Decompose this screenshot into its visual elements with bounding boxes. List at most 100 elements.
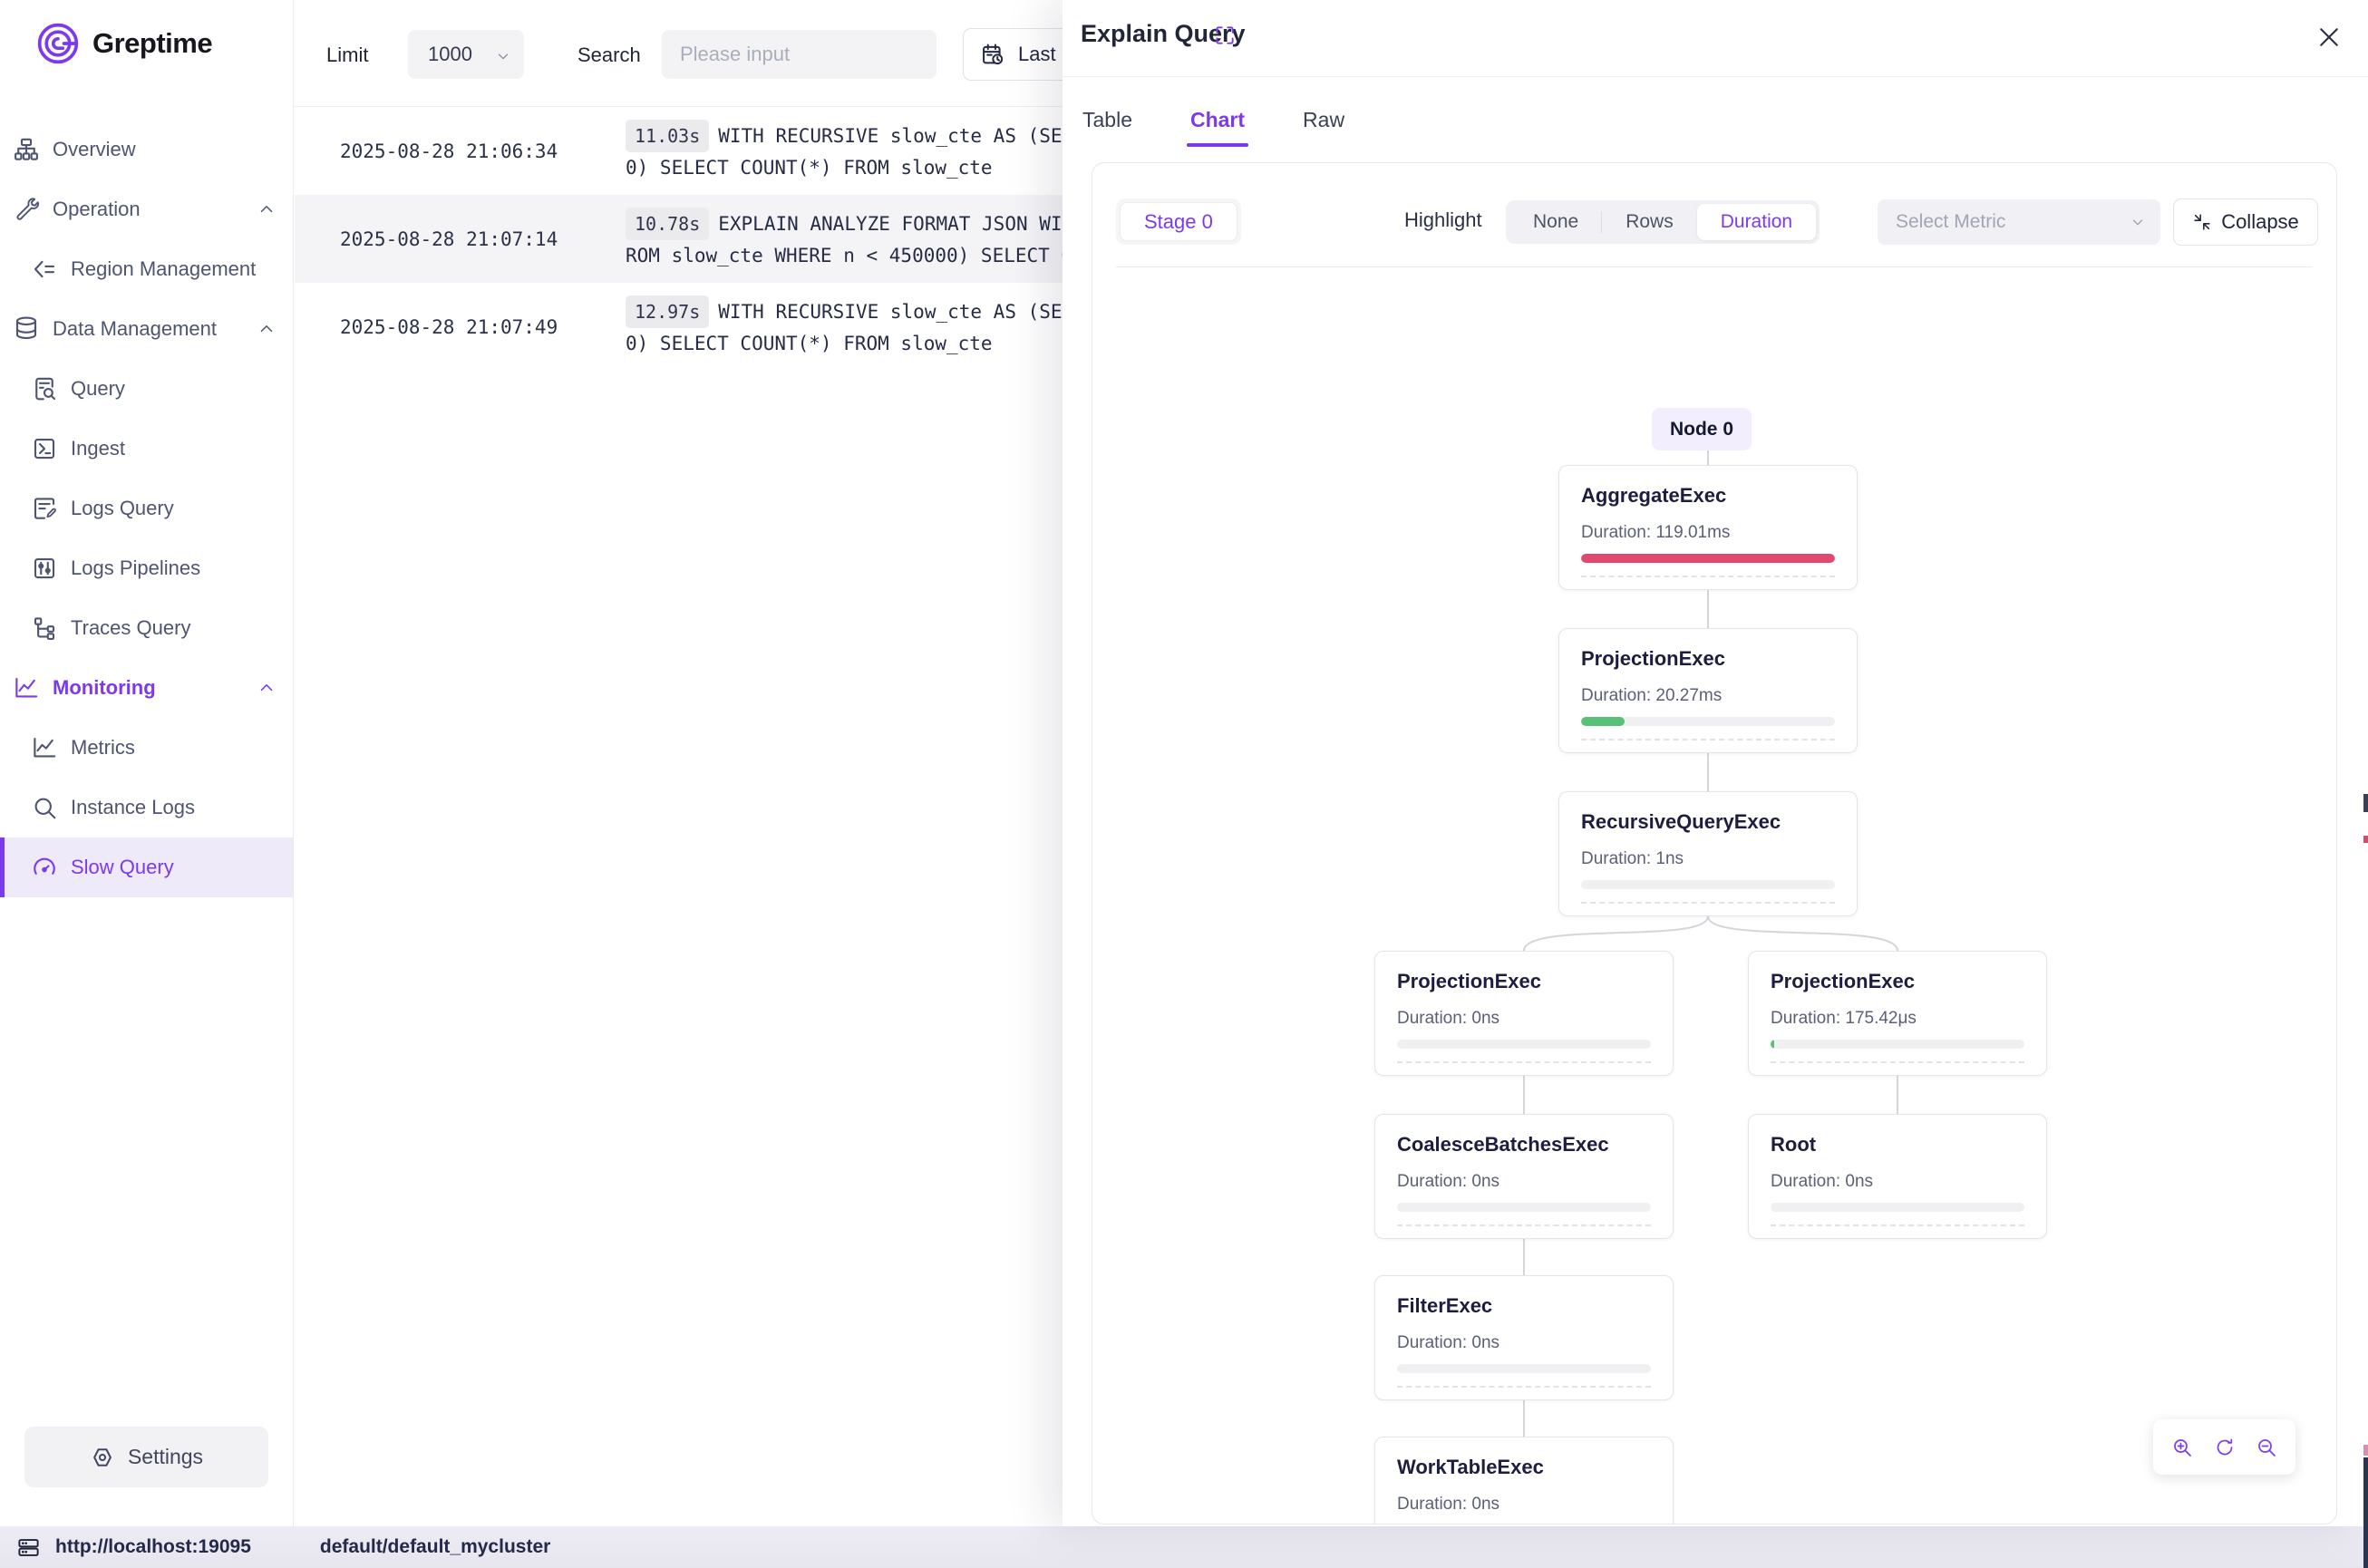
sidebar-section-data-management[interactable]: Data Management: [0, 299, 293, 359]
node-0-badge: Node 0: [1652, 408, 1752, 450]
node-title: Root: [1771, 1133, 2024, 1157]
sidebar-item-label: Region Management: [71, 257, 256, 281]
status-bar: http://localhost:19095 default/default_m…: [0, 1526, 2368, 1568]
plan-node-aggregate-exec[interactable]: AggregateExec Duration: 119.01ms: [1558, 465, 1858, 590]
node-duration: Duration: 0ns: [1771, 1172, 2024, 1192]
sidebar-item-label: Operation: [53, 198, 141, 221]
server-icon: [16, 1535, 41, 1560]
sidebar-item-slow-query[interactable]: Slow Query: [0, 837, 293, 897]
plan-node-root[interactable]: Root Duration: 0ns: [1748, 1114, 2047, 1239]
duration-bar: [1581, 880, 1835, 889]
close-icon[interactable]: [2315, 24, 2343, 51]
chevron-up-icon: [257, 199, 277, 219]
sidebar-item-instance-logs[interactable]: Instance Logs: [0, 778, 293, 837]
reset-view-icon[interactable]: [2214, 1437, 2236, 1458]
divider: [1397, 1061, 1651, 1063]
endpoint-url[interactable]: http://localhost:19095: [55, 1536, 251, 1558]
plan-node-work-table-exec[interactable]: WorkTableExec Duration: 0ns: [1374, 1437, 1674, 1524]
chevron-up-icon: [257, 319, 277, 339]
sidebar-item-label: Instance Logs: [71, 796, 195, 819]
calendar-clock-icon: [980, 42, 1005, 67]
sidebar-item-label: Overview: [53, 138, 136, 161]
node-title: RecursiveQueryExec: [1581, 810, 1835, 834]
plan-node-projection-exec-right[interactable]: ProjectionExec Duration: 175.42μs: [1748, 951, 2047, 1076]
sidebar-item-region-management[interactable]: Region Management: [0, 239, 293, 299]
node-title: ProjectionExec: [1397, 970, 1651, 993]
plan-chart-card: Stage 0 Highlight None Rows Duration Sel…: [1092, 162, 2337, 1524]
explain-query-panel: Explain Query Table Chart Raw Stage 0 Hi…: [1063, 0, 2368, 1526]
query-text-line2: ROM slow_cte WHERE n < 450000) SELECT CO: [626, 245, 1084, 266]
plan-node-projection-exec-left[interactable]: ProjectionExec Duration: 0ns: [1374, 951, 1674, 1076]
search-label: Search: [577, 44, 641, 67]
sidebar-item-traces-query[interactable]: Traces Query: [0, 598, 293, 658]
query-text-line1: WITH RECURSIVE slow_cte AS (SELE: [718, 125, 1085, 147]
node-duration: Duration: 0ns: [1397, 1495, 1651, 1515]
chevron-up-icon: [257, 678, 277, 698]
logo-text: Greptime: [92, 27, 212, 60]
sidebar-item-label: Traces Query: [71, 616, 190, 640]
limit-label: Limit: [326, 44, 368, 67]
sidebar-nav: Overview Operation Region Management Dat…: [0, 120, 293, 897]
node-duration: Duration: 0ns: [1397, 1172, 1651, 1192]
chevron-down-icon: [495, 46, 511, 63]
row-timestamp: 2025-08-28 21:06:34: [340, 140, 565, 162]
sidebar-item-metrics[interactable]: Metrics: [0, 718, 293, 778]
sidebar-item-label: Data Management: [53, 317, 217, 341]
monitoring-icon: [13, 674, 40, 702]
query-text-line2: 0) SELECT COUNT(*) FROM slow_cte: [626, 333, 993, 354]
sidebar-item-logs-pipelines[interactable]: Logs Pipelines: [0, 538, 293, 598]
ingest-icon: [31, 435, 58, 462]
plan-node-recursive-query-exec[interactable]: RecursiveQueryExec Duration: 1ns: [1558, 791, 1858, 916]
gear-icon: [90, 1445, 115, 1470]
row-timestamp: 2025-08-28 21:07:14: [340, 228, 565, 250]
sidebar-item-logs-query[interactable]: Logs Query: [0, 479, 293, 538]
limit-select[interactable]: 1000: [408, 30, 524, 79]
zoom-out-icon[interactable]: [2256, 1437, 2277, 1458]
node-duration: Duration: 0ns: [1397, 1009, 1651, 1029]
database-cluster[interactable]: default/default_mycluster: [320, 1536, 550, 1558]
sidebar-section-monitoring[interactable]: Monitoring: [0, 658, 293, 718]
plan-tree-canvas[interactable]: Node 0 AggregateExec Duration: 119.01ms …: [1092, 267, 2336, 1524]
plan-node-projection-exec[interactable]: ProjectionExec Duration: 20.27ms: [1558, 628, 1858, 753]
duration-bar: [1581, 554, 1835, 563]
duration-badge: 12.97s: [626, 295, 709, 328]
panel-tabs: Table Chart Raw: [1063, 77, 2368, 162]
node-title: AggregateExec: [1581, 484, 1835, 508]
database-icon: [13, 315, 40, 343]
plan-node-filter-exec[interactable]: FilterExec Duration: 0ns: [1374, 1275, 1674, 1400]
row-timestamp: 2025-08-28 21:07:49: [340, 316, 565, 338]
tab-table[interactable]: Table: [1081, 102, 1134, 138]
overview-icon: [13, 136, 40, 163]
duration-bar: [1397, 1040, 1651, 1049]
settings-button[interactable]: Settings: [24, 1427, 268, 1487]
minimap-mark: [2363, 836, 2368, 843]
sidebar-item-ingest[interactable]: Ingest: [0, 419, 293, 479]
tab-chart[interactable]: Chart: [1189, 102, 1247, 138]
zoom-in-icon[interactable]: [2171, 1437, 2193, 1458]
sidebar-item-label: Slow Query: [71, 856, 174, 879]
tab-raw[interactable]: Raw: [1301, 102, 1346, 138]
node-title: ProjectionExec: [1581, 647, 1835, 671]
sidebar-item-label: Logs Query: [71, 497, 174, 520]
search-icon: [31, 794, 58, 821]
sidebar-item-query[interactable]: Query: [0, 359, 293, 419]
sidebar-item-overview[interactable]: Overview: [0, 120, 293, 179]
row-query: 11.03sWITH RECURSIVE slow_cte AS (SELE0)…: [626, 120, 1085, 183]
duration-bar: [1771, 1203, 2024, 1212]
node-title: ProjectionExec: [1771, 970, 2024, 993]
right-edge-minimap: [2363, 0, 2368, 1568]
search-input[interactable]: [662, 30, 937, 79]
sidebar-item-label: Monitoring: [53, 676, 156, 700]
plan-node-coalesce-batches-exec[interactable]: CoalesceBatchesExec Duration: 0ns: [1374, 1114, 1674, 1239]
sidebar: Greptime Overview Operation Region Manag…: [0, 0, 294, 1526]
duration-badge: 11.03s: [626, 120, 709, 152]
fullscreen-icon[interactable]: [1213, 24, 1237, 47]
time-range-label: Last: [1018, 43, 1056, 66]
settings-label: Settings: [128, 1445, 203, 1469]
traces-query-icon: [31, 615, 58, 642]
query-icon: [31, 375, 58, 402]
sidebar-item-label: Ingest: [71, 437, 125, 460]
sidebar-section-operation[interactable]: Operation: [0, 179, 293, 239]
node-duration: Duration: 20.27ms: [1581, 686, 1835, 706]
divider: [1397, 1386, 1651, 1388]
